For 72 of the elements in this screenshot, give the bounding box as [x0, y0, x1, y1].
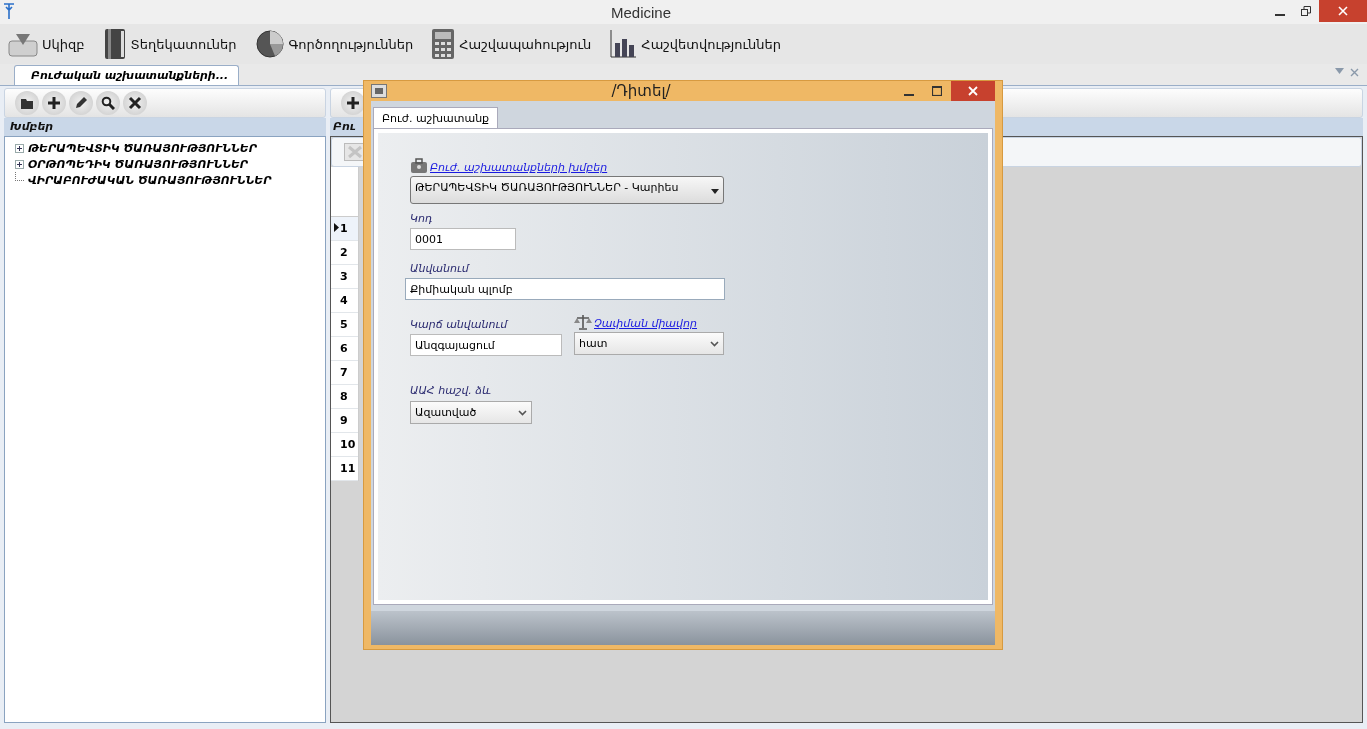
toolbar-button[interactable]: Սկիզբ — [8, 31, 85, 57]
maximize-icon — [932, 86, 942, 96]
restore-icon — [1301, 6, 1311, 16]
tree-item[interactable]: ՕՐԹՈՊԵԴԻԿ ԾԱՌԱՅՈՒԹՅՈՒՆՆԵՐ — [28, 157, 248, 171]
dropdown[interactable]: Ազատված — [410, 401, 532, 424]
toolbar-button[interactable]: Հաշվետվություններ — [609, 29, 782, 59]
plus-icon — [47, 96, 61, 110]
pencil-button[interactable] — [69, 91, 93, 115]
field-label: Անվանում — [410, 262, 469, 275]
dropdown-icon — [1335, 68, 1344, 74]
close-button[interactable] — [951, 81, 995, 101]
tab[interactable]: Բուժ. աշխատանք — [373, 107, 499, 128]
field-label: Կարճ անվանում — [410, 318, 510, 331]
minimize-icon — [904, 94, 914, 96]
link[interactable]: Չափման միավոր — [594, 317, 697, 330]
field-label: ԱԱՀ հաշվ. ձև — [410, 384, 491, 397]
briefcase-icon — [371, 84, 387, 98]
caduceus-icon — [3, 1, 15, 20]
search-button[interactable] — [96, 91, 120, 115]
row-number: 11 — [340, 462, 356, 475]
input-field[interactable]: Քիմիական պլոմբ — [405, 278, 725, 300]
row-number: 2 — [340, 246, 348, 259]
dialog-title: /Դիտել/ — [610, 82, 672, 100]
delete-button[interactable] — [123, 91, 147, 115]
pie-chart-icon — [254, 29, 285, 59]
close-icon — [1338, 6, 1348, 16]
scales-icon — [574, 314, 592, 330]
input-field[interactable]: Անզգայացում — [410, 334, 562, 356]
book-icon — [102, 28, 127, 60]
expand-icon[interactable] — [15, 143, 24, 153]
combo-box[interactable]: ԹԵՐԱՊԵՎՏԻԿ ԾԱՌԱՅՈՒԹՅՈՒՆՆԵՐ - Կարիես — [410, 176, 724, 204]
folder-icon — [20, 96, 34, 110]
window-title: Medicine — [610, 3, 672, 21]
minimize-icon — [1275, 14, 1285, 16]
row-number: 1 — [340, 222, 348, 235]
toolbar-button[interactable]: Հաշվապահություն — [431, 28, 592, 60]
row-number: 4 — [340, 294, 348, 307]
dropdown[interactable]: հատ — [574, 332, 724, 355]
link[interactable]: Բուժ. աշխատանքների խմբեր — [430, 161, 608, 174]
plus-button[interactable] — [42, 91, 66, 115]
row-number: 9 — [340, 414, 348, 427]
toolbar-button[interactable]: Տեղեկատուներ — [102, 28, 237, 60]
search-icon — [101, 96, 115, 110]
row-number: 10 — [340, 438, 356, 451]
briefcase-icon — [410, 158, 428, 174]
panel-header: Խմբեր — [4, 118, 326, 136]
pencil-icon — [74, 96, 88, 110]
tray-icon — [8, 31, 38, 57]
close-icon — [968, 86, 978, 96]
close-icon — [1350, 68, 1359, 77]
dropdown-icon — [711, 189, 719, 194]
row-number: 7 — [340, 366, 348, 379]
folder-button[interactable] — [15, 91, 39, 115]
field-label: Կոդ — [410, 212, 433, 225]
plus-icon — [346, 96, 360, 110]
row-number: 3 — [340, 270, 348, 283]
spreadsheet-icon — [344, 143, 366, 161]
chevron-icon — [518, 409, 527, 416]
row-number: 5 — [340, 318, 348, 331]
document-tab[interactable]: Բուժական աշխատանքների... — [14, 65, 240, 85]
chevron-icon — [710, 340, 719, 347]
row-number: 6 — [340, 342, 348, 355]
expand-icon[interactable] — [15, 159, 24, 169]
plus-button[interactable] — [341, 91, 365, 115]
calculator-icon — [431, 28, 456, 60]
delete-icon — [128, 96, 142, 110]
row-number: 8 — [340, 390, 348, 403]
toolbar-button[interactable]: Գործողություններ — [254, 29, 414, 59]
input-field[interactable]: 0001 — [410, 228, 516, 250]
tree-item[interactable]: ԹԵՐԱՊԵՎՏԻԿ ԾԱՌԱՅՈՒԹՅՈՒՆՆԵՐ — [28, 141, 257, 155]
bar-chart-icon — [609, 29, 638, 59]
tree-item[interactable]: ՎԻՐԱԲՈՒԺԱԿԱՆ ԾԱՌԱՅՈՒԹՅՈՒՆՆԵՐ — [28, 173, 272, 187]
